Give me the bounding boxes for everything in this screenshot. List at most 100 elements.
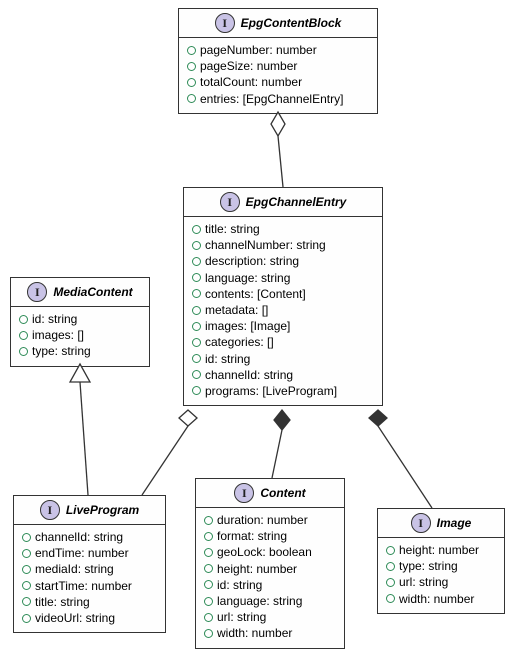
interface-icon: I — [411, 513, 431, 533]
class-epgcontentblock: I EpgContentBlock pageNumber: number pag… — [178, 8, 378, 114]
attribute: endTime: number — [22, 545, 157, 561]
visibility-icon — [192, 273, 201, 282]
attribute: language: string — [192, 270, 374, 286]
visibility-icon — [22, 549, 31, 558]
visibility-icon — [192, 370, 201, 379]
class-title: LiveProgram — [66, 503, 139, 517]
visibility-icon — [204, 613, 213, 622]
visibility-icon — [386, 562, 395, 571]
attribute: channelNumber: string — [192, 237, 374, 253]
class-epgchannelentry: I EpgChannelEntry title: string channelN… — [183, 187, 383, 406]
attribute-label: pageNumber: number — [200, 42, 317, 58]
edge-epgchannelentry-content — [272, 410, 290, 478]
class-header: I MediaContent — [11, 278, 149, 307]
visibility-icon — [204, 532, 213, 541]
class-liveprogram: I LiveProgram channelId: string endTime:… — [13, 495, 166, 633]
attribute-label: videoUrl: string — [35, 610, 115, 626]
attribute: channelId: string — [192, 367, 374, 383]
attribute-label: width: number — [399, 591, 474, 607]
visibility-icon — [19, 347, 28, 356]
attribute-label: type: string — [32, 343, 91, 359]
attribute: title: string — [192, 221, 374, 237]
visibility-icon — [22, 581, 31, 590]
interface-icon: I — [220, 192, 240, 212]
attribute: images: [] — [19, 327, 141, 343]
attribute-label: height: number — [217, 561, 297, 577]
class-header: I LiveProgram — [14, 496, 165, 525]
class-header: I Content — [196, 479, 344, 508]
attribute-label: endTime: number — [35, 545, 129, 561]
class-body: pageNumber: number pageSize: number tota… — [179, 38, 377, 113]
attribute: type: string — [386, 558, 496, 574]
visibility-icon — [192, 354, 201, 363]
attribute: pageSize: number — [187, 58, 369, 74]
edge-epgchannelentry-liveprogram — [142, 410, 197, 495]
attribute-label: description: string — [205, 253, 299, 269]
visibility-icon — [192, 289, 201, 298]
attribute-label: width: number — [217, 625, 292, 641]
visibility-icon — [19, 331, 28, 340]
class-body: channelId: string endTime: number mediaI… — [14, 525, 165, 632]
attribute: totalCount: number — [187, 74, 369, 90]
attribute: contents: [Content] — [192, 286, 374, 302]
visibility-icon — [386, 578, 395, 587]
visibility-icon — [204, 516, 213, 525]
attribute-label: title: string — [205, 221, 260, 237]
attribute-label: geoLock: boolean — [217, 544, 312, 560]
attribute: id: string — [19, 311, 141, 327]
class-header: I EpgChannelEntry — [184, 188, 382, 217]
attribute-label: duration: number — [217, 512, 308, 528]
visibility-icon — [192, 257, 201, 266]
attribute: language: string — [204, 593, 336, 609]
interface-icon: I — [234, 483, 254, 503]
attribute: format: string — [204, 528, 336, 544]
attribute-label: categories: [] — [205, 334, 274, 350]
attribute: url: string — [204, 609, 336, 625]
visibility-icon — [187, 62, 196, 71]
attribute-label: language: string — [217, 593, 302, 609]
visibility-icon — [19, 315, 28, 324]
interface-icon: I — [215, 13, 235, 33]
visibility-icon — [204, 629, 213, 638]
attribute: images: [Image] — [192, 318, 374, 334]
attribute: url: string — [386, 574, 496, 590]
attribute-label: pageSize: number — [200, 58, 297, 74]
attribute: height: number — [204, 561, 336, 577]
attribute-label: height: number — [399, 542, 479, 558]
class-header: I Image — [378, 509, 504, 538]
class-title: Image — [437, 516, 472, 530]
visibility-icon — [192, 386, 201, 395]
attribute: videoUrl: string — [22, 610, 157, 626]
attribute-label: title: string — [35, 594, 90, 610]
visibility-icon — [386, 594, 395, 603]
class-body: id: string images: [] type: string — [11, 307, 149, 366]
attribute: categories: [] — [192, 334, 374, 350]
attribute-label: id: string — [205, 351, 250, 367]
attribute-label: channelNumber: string — [205, 237, 326, 253]
attribute: entries: [EpgChannelEntry] — [187, 91, 369, 107]
visibility-icon — [386, 546, 395, 555]
class-body: height: number type: string url: string … — [378, 538, 504, 613]
attribute-label: images: [Image] — [205, 318, 290, 334]
attribute: height: number — [386, 542, 496, 558]
attribute: description: string — [192, 253, 374, 269]
attribute: title: string — [22, 594, 157, 610]
edge-liveprogram-mediacontent — [70, 364, 90, 495]
attribute: metadata: [] — [192, 302, 374, 318]
class-title: Content — [260, 486, 305, 500]
attribute-label: channelId: string — [205, 367, 293, 383]
attribute-label: format: string — [217, 528, 287, 544]
edge-epgchannelentry-image — [369, 410, 432, 508]
interface-icon: I — [40, 500, 60, 520]
attribute-label: startTime: number — [35, 578, 132, 594]
attribute-label: contents: [Content] — [205, 286, 306, 302]
visibility-icon — [22, 533, 31, 542]
visibility-icon — [187, 94, 196, 103]
visibility-icon — [187, 46, 196, 55]
visibility-icon — [204, 548, 213, 557]
visibility-icon — [187, 78, 196, 87]
attribute-label: channelId: string — [35, 529, 123, 545]
attribute-label: images: [] — [32, 327, 84, 343]
attribute: startTime: number — [22, 578, 157, 594]
visibility-icon — [22, 565, 31, 574]
